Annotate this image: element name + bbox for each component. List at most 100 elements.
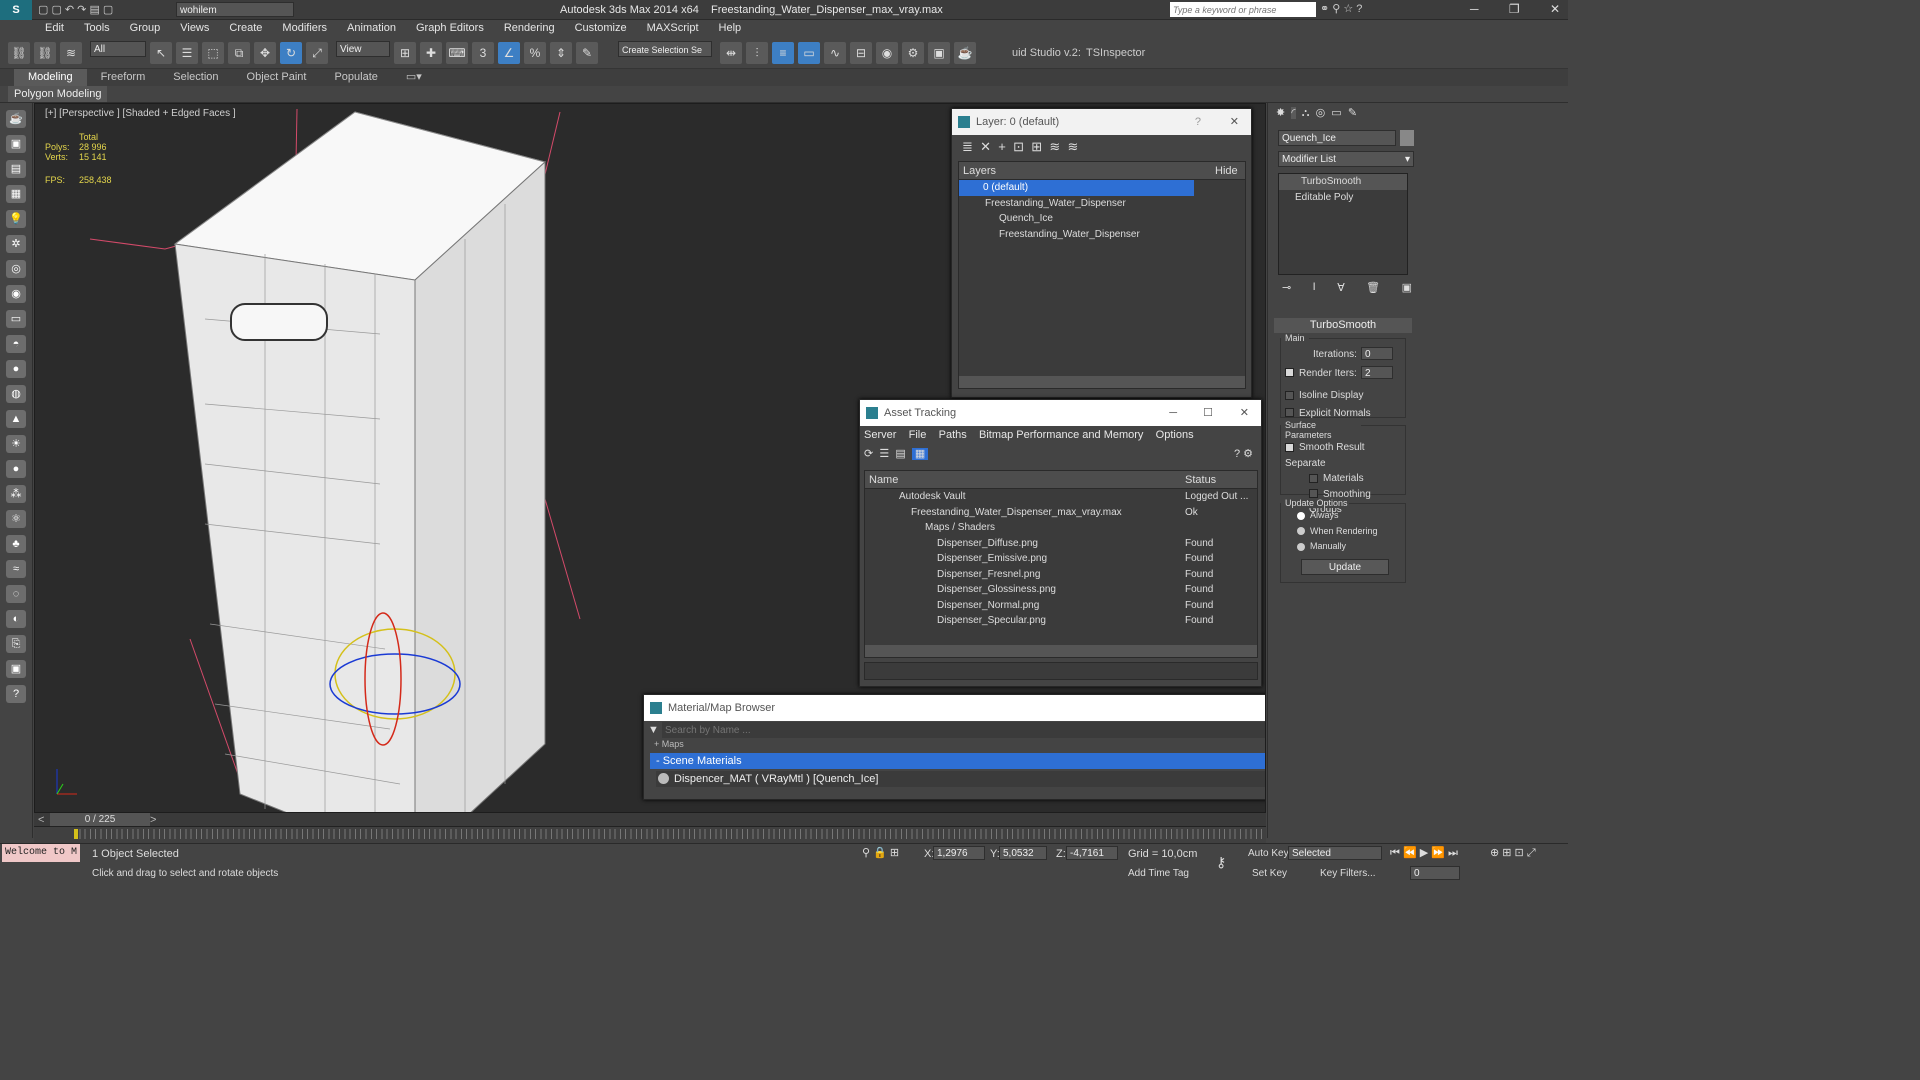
layer-highlight-icon[interactable]: ⊞ bbox=[1031, 139, 1042, 154]
layer-manager-icon[interactable]: ≡ bbox=[772, 42, 794, 64]
layer-row-default[interactable]: 0 (default) bbox=[959, 180, 1194, 196]
pin-stack-icon[interactable]: ⊸ bbox=[1282, 281, 1291, 294]
menu-customize[interactable]: Customize bbox=[565, 20, 637, 37]
scale-icon[interactable]: ⤢ bbox=[306, 42, 328, 64]
make-unique-icon[interactable]: ∀ bbox=[1337, 281, 1345, 294]
tab-selection[interactable]: Selection bbox=[159, 69, 232, 86]
menu-edit[interactable]: Edit bbox=[35, 20, 74, 37]
asset-close-icon[interactable]: ✕ bbox=[1240, 400, 1249, 426]
asset-row-emissive[interactable]: Dispenser_Emissive.png Found bbox=[865, 551, 1257, 567]
menu-animation[interactable]: Animation bbox=[337, 20, 406, 37]
manipulate-icon[interactable]: ✚ bbox=[420, 42, 442, 64]
sphere-icon[interactable]: ● bbox=[6, 360, 26, 378]
dome-icon[interactable]: ◓ bbox=[6, 335, 26, 353]
asset-row-maps[interactable]: Maps / Shaders bbox=[865, 520, 1257, 536]
light-icon[interactable]: 💡 bbox=[6, 210, 26, 228]
help-icon[interactable]: ? bbox=[6, 685, 26, 703]
tab-populate[interactable]: Populate bbox=[320, 69, 391, 86]
utilities-tab-icon[interactable]: ✎ bbox=[1348, 107, 1357, 119]
render-iters-spinner[interactable]: 2 bbox=[1361, 365, 1393, 379]
filter-dropdown-icon[interactable]: ▼ bbox=[648, 724, 659, 736]
layers-column-header[interactable]: Layers bbox=[959, 165, 996, 177]
render-setup-icon[interactable]: ⚙ bbox=[902, 42, 924, 64]
close-icon[interactable]: ✕ bbox=[1550, 2, 1560, 16]
smooth-result-checkbox[interactable] bbox=[1285, 442, 1294, 452]
explicit-normals-checkbox[interactable] bbox=[1285, 408, 1294, 418]
key-icon[interactable]: ⚷ bbox=[1216, 854, 1226, 871]
unlink-icon[interactable]: ⛓ bbox=[34, 42, 56, 64]
asset-maximize-icon[interactable]: ☐ bbox=[1203, 400, 1213, 426]
asset-menu-server[interactable]: Server bbox=[864, 429, 896, 441]
curve-editor-icon[interactable]: ∿ bbox=[824, 42, 846, 64]
create-tab-icon[interactable]: ✸ bbox=[1276, 107, 1285, 119]
always-radio[interactable] bbox=[1297, 511, 1305, 520]
menu-graph-editors[interactable]: Graph Editors bbox=[406, 20, 494, 37]
align-icon[interactable]: ⫶ bbox=[746, 42, 768, 64]
panel-icon[interactable]: ▤ bbox=[6, 160, 26, 178]
ribbon-options-icon[interactable]: ▭▾ bbox=[392, 69, 436, 86]
ribbon-toggle-icon[interactable]: ▭ bbox=[798, 42, 820, 64]
menu-rendering[interactable]: Rendering bbox=[494, 20, 565, 37]
selection-filter-dropdown[interactable]: All bbox=[90, 41, 146, 57]
playback-controls[interactable]: ⏮ ⏪ ▶ ⏩ ⏭ bbox=[1390, 846, 1458, 860]
layer-row-dispenser-object[interactable]: Freestanding_Water_Dispenser bbox=[959, 227, 1245, 243]
percent-snap-icon[interactable]: % bbox=[524, 42, 546, 64]
time-slider-thumb[interactable]: 0 / 225 bbox=[50, 813, 150, 826]
select-by-name-icon[interactable]: ☰ bbox=[176, 42, 198, 64]
object-color-swatch[interactable] bbox=[1400, 130, 1414, 146]
tree-icon[interactable]: ♣ bbox=[6, 535, 26, 553]
tab-object-paint[interactable]: Object Paint bbox=[233, 69, 321, 86]
bind-spacewarp-icon[interactable]: ≋ bbox=[60, 42, 82, 64]
current-frame-field[interactable]: 0 bbox=[1410, 866, 1460, 880]
display-tab-icon[interactable]: ▭ bbox=[1331, 107, 1341, 119]
reference-coord-dropdown[interactable]: View bbox=[336, 41, 390, 57]
layer-add-icon[interactable]: ≣ bbox=[962, 139, 973, 154]
rendered-frame-icon[interactable]: ▣ bbox=[928, 42, 950, 64]
iterations-spinner[interactable]: 0 bbox=[1361, 347, 1393, 360]
modifier-list-dropdown[interactable]: Modifier List ▾ bbox=[1278, 151, 1414, 167]
cone-icon[interactable]: ▲ bbox=[6, 410, 26, 428]
asset-minimize-icon[interactable]: ─ bbox=[1169, 400, 1177, 426]
select-object-icon[interactable]: ↖ bbox=[150, 42, 172, 64]
tsinspector-button[interactable]: TSInspector bbox=[1086, 47, 1145, 59]
object-name-field[interactable]: Quench_Ice bbox=[1278, 130, 1396, 146]
viewport-icon[interactable]: ▣ bbox=[6, 135, 26, 153]
perspective-viewport[interactable]: [+] [Perspective ] [Shaded + Edged Faces… bbox=[34, 103, 1266, 813]
keyboard-shortcut-icon[interactable]: ⌨ bbox=[446, 42, 468, 64]
update-button[interactable]: Update bbox=[1301, 558, 1389, 575]
show-end-result-icon[interactable]: I bbox=[1313, 281, 1316, 294]
sun-icon[interactable]: ☀ bbox=[6, 435, 26, 453]
help-search-input[interactable] bbox=[1170, 2, 1316, 17]
asset-horizontal-scrollbar[interactable] bbox=[865, 645, 1257, 657]
refresh-icon[interactable]: ⟳ bbox=[864, 448, 873, 460]
snap-toggle-icon[interactable]: 3 bbox=[472, 42, 494, 64]
isolate-lock-icons[interactable]: ⚲ 🔒 ⊞ bbox=[862, 846, 899, 859]
rect-selection-icon[interactable]: ⬚ bbox=[202, 42, 224, 64]
asset-menu-file[interactable]: File bbox=[909, 429, 927, 441]
asset-status-header[interactable]: Status bbox=[1185, 471, 1216, 489]
motion-tab-icon[interactable]: ◎ bbox=[1316, 107, 1326, 119]
stack-turbosmooth[interactable]: TurboSmooth bbox=[1279, 174, 1407, 190]
menu-help[interactable]: Help bbox=[709, 20, 752, 37]
asset-row-maxfile[interactable]: Freestanding_Water_Dispenser_max_vray.ma… bbox=[865, 505, 1257, 521]
maps-group-header[interactable]: + Maps bbox=[644, 739, 1265, 749]
polygon-modeling-label[interactable]: Polygon Modeling bbox=[8, 86, 108, 102]
studio-button[interactable]: uid Studio v.2: bbox=[1012, 47, 1081, 59]
particles-icon[interactable]: ⁂ bbox=[6, 485, 26, 503]
atom-icon[interactable]: ⚛ bbox=[6, 510, 26, 528]
menu-maxscript[interactable]: MAXScript bbox=[637, 20, 709, 37]
script-icon[interactable]: ⎘ bbox=[6, 635, 26, 653]
menu-views[interactable]: Views bbox=[170, 20, 219, 37]
modify-tab-icon[interactable]: ◜ bbox=[1291, 107, 1296, 119]
render-window-icon[interactable]: ▣ bbox=[6, 660, 26, 678]
layer-new-icon[interactable]: + bbox=[998, 139, 1006, 154]
pivot-center-icon[interactable]: ⊞ bbox=[394, 42, 416, 64]
asset-name-header[interactable]: Name bbox=[865, 474, 898, 486]
quick-access-toolbar[interactable]: ▢ ▢ ↶ ↷ ▤ ▢ bbox=[38, 3, 113, 16]
asset-row-specular[interactable]: Dispenser_Specular.png Found bbox=[865, 613, 1257, 629]
ball-icon[interactable]: ● bbox=[6, 460, 26, 478]
isoline-checkbox[interactable] bbox=[1285, 390, 1294, 400]
globe-icon[interactable]: ◐ bbox=[6, 610, 26, 628]
asset-menu-bitmap-performance[interactable]: Bitmap Performance and Memory bbox=[979, 429, 1143, 441]
material-editor-icon[interactable]: ◉ bbox=[876, 42, 898, 64]
